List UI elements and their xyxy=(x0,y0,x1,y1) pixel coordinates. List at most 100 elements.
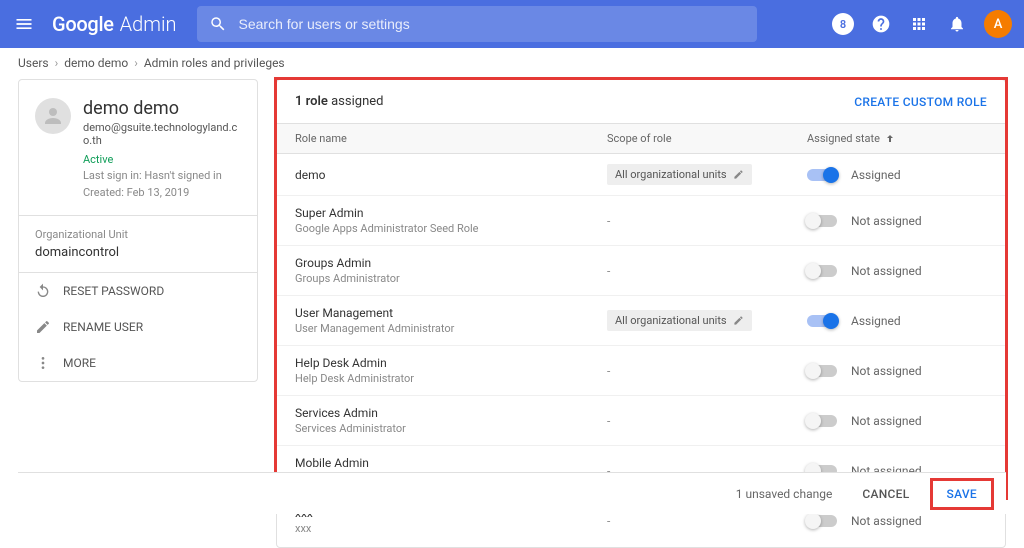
table-row: demoAll organizational units Assigned xyxy=(277,154,1005,196)
scope-empty: - xyxy=(607,264,610,278)
role-name-cell: demo xyxy=(295,168,607,182)
role-description: xxx xyxy=(295,522,607,535)
user-info: demo demo demo@gsuite.technologyland.co.… xyxy=(83,98,241,201)
search-icon xyxy=(209,15,227,33)
search-bar[interactable] xyxy=(197,6,757,42)
role-name-cell: Services AdminServices Administrator xyxy=(295,406,607,435)
org-unit-value: domaincontrol xyxy=(35,245,241,260)
user-avatar[interactable]: A xyxy=(984,10,1012,38)
scope-cell: - xyxy=(607,264,807,278)
user-email: demo@gsuite.technologyland.co.th xyxy=(83,121,241,147)
scope-cell: All organizational units xyxy=(607,310,807,331)
breadcrumb-current: Admin roles and privileges xyxy=(144,56,285,70)
create-custom-role-button[interactable]: CREATE CUSTOM ROLE xyxy=(854,95,987,109)
role-description: Help Desk Administrator xyxy=(295,372,607,385)
reset-password-label: RESET PASSWORD xyxy=(63,284,164,298)
assign-toggle[interactable] xyxy=(807,215,837,227)
state-cell: Not assigned xyxy=(807,214,987,228)
search-input[interactable] xyxy=(239,16,745,32)
panel-header: 1 role assigned CREATE CUSTOM ROLE xyxy=(277,80,1005,123)
breadcrumb-users[interactable]: Users xyxy=(18,56,49,70)
table-row: Help Desk Admin Help Desk Administrator- N… xyxy=(277,346,1005,396)
notification-count-badge[interactable]: 8 xyxy=(832,13,854,35)
role-name: Help Desk Admin xyxy=(295,356,607,370)
role-name: Services Admin xyxy=(295,406,607,420)
save-button[interactable]: SAVE xyxy=(930,478,994,510)
user-summary: demo demo demo@gsuite.technologyland.co.… xyxy=(19,80,257,215)
assign-toggle[interactable] xyxy=(807,365,837,377)
role-name: Super Admin xyxy=(295,206,607,220)
pencil-icon xyxy=(35,319,51,335)
state-cell: Not assigned xyxy=(807,264,987,278)
state-text: Not assigned xyxy=(851,214,922,228)
scope-chip[interactable]: All organizational units xyxy=(607,164,752,185)
role-name-cell: Groups Admin Groups Administrator xyxy=(295,256,607,285)
table-row: Services AdminServices Administrator- Not… xyxy=(277,396,1005,446)
unsaved-changes-text: 1 unsaved change xyxy=(736,487,833,501)
chevron-right-icon: › xyxy=(134,56,138,70)
user-display-name: demo demo xyxy=(83,98,241,119)
chevron-right-icon: › xyxy=(55,56,59,70)
role-description: Groups Administrator xyxy=(295,272,607,285)
column-role-name[interactable]: Role name xyxy=(295,132,607,145)
state-cell: Not assigned xyxy=(807,414,987,428)
footer-bar: 1 unsaved change CANCEL SAVE xyxy=(18,472,1006,514)
state-text: Assigned xyxy=(851,314,901,328)
apps-icon[interactable] xyxy=(908,13,930,35)
org-unit-label: Organizational Unit xyxy=(35,228,241,241)
logo: Google Admin xyxy=(52,12,177,36)
role-description: Google Apps Administrator Seed Role xyxy=(295,222,607,235)
arrow-up-icon xyxy=(884,133,896,145)
reset-icon xyxy=(35,283,51,299)
hamburger-icon[interactable] xyxy=(12,12,36,36)
table-row: Groups Admin Groups Administrator- Not ass… xyxy=(277,246,1005,296)
user-status: Active xyxy=(83,153,241,166)
card-actions: RESET PASSWORD RENAME USER MORE xyxy=(19,272,257,381)
state-cell: Assigned xyxy=(807,314,987,328)
bell-icon[interactable] xyxy=(946,13,968,35)
rename-user-label: RENAME USER xyxy=(63,320,143,334)
person-icon xyxy=(35,98,71,134)
more-label: MORE xyxy=(63,356,96,370)
user-card: demo demo demo@gsuite.technologyland.co.… xyxy=(18,79,258,382)
cancel-button[interactable]: CANCEL xyxy=(862,487,909,501)
table-row: Super Admin Google Apps Administrator See… xyxy=(277,196,1005,246)
scope-cell: - xyxy=(607,414,807,428)
role-name-cell: User ManagementUser Management Administr… xyxy=(295,306,607,335)
column-assigned-state[interactable]: Assigned state xyxy=(807,132,987,145)
assign-toggle[interactable] xyxy=(807,315,837,327)
role-name: Groups Admin xyxy=(295,256,607,270)
state-text: Not assigned xyxy=(851,364,922,378)
state-text: Not assigned xyxy=(851,414,922,428)
pencil-icon xyxy=(733,315,744,326)
reset-password-button[interactable]: RESET PASSWORD xyxy=(19,273,257,309)
assign-toggle[interactable] xyxy=(807,265,837,277)
app-header: Google Admin 8 A xyxy=(0,0,1024,48)
table-header: Role name Scope of role Assigned state xyxy=(277,123,1005,154)
scope-cell: - xyxy=(607,364,807,378)
table-row: User ManagementUser Management Administr… xyxy=(277,296,1005,346)
state-text: Not assigned xyxy=(851,264,922,278)
help-icon[interactable] xyxy=(870,13,892,35)
header-actions: 8 A xyxy=(832,10,1012,38)
assign-toggle[interactable] xyxy=(807,515,837,527)
role-name: demo xyxy=(295,168,607,182)
breadcrumb-user[interactable]: demo demo xyxy=(64,56,128,70)
rename-user-button[interactable]: RENAME USER xyxy=(19,309,257,345)
assign-toggle[interactable] xyxy=(807,169,837,181)
roles-count-title: 1 role assigned xyxy=(295,94,383,109)
scope-cell: - xyxy=(607,514,807,528)
state-cell: Not assigned xyxy=(807,514,987,528)
user-created: Created: Feb 13, 2019 xyxy=(83,185,241,202)
column-scope[interactable]: Scope of role xyxy=(607,132,807,145)
scope-cell: All organizational units xyxy=(607,164,807,185)
breadcrumb: Users › demo demo › Admin roles and priv… xyxy=(0,48,1024,79)
scope-empty: - xyxy=(607,514,610,528)
assign-toggle[interactable] xyxy=(807,415,837,427)
more-button[interactable]: MORE xyxy=(19,345,257,381)
scope-cell: - xyxy=(607,214,807,228)
state-cell: Assigned xyxy=(807,168,987,182)
logo-secondary: Admin xyxy=(120,12,177,36)
scope-chip[interactable]: All organizational units xyxy=(607,310,752,331)
org-unit-section: Organizational Unit domaincontrol xyxy=(19,215,257,272)
